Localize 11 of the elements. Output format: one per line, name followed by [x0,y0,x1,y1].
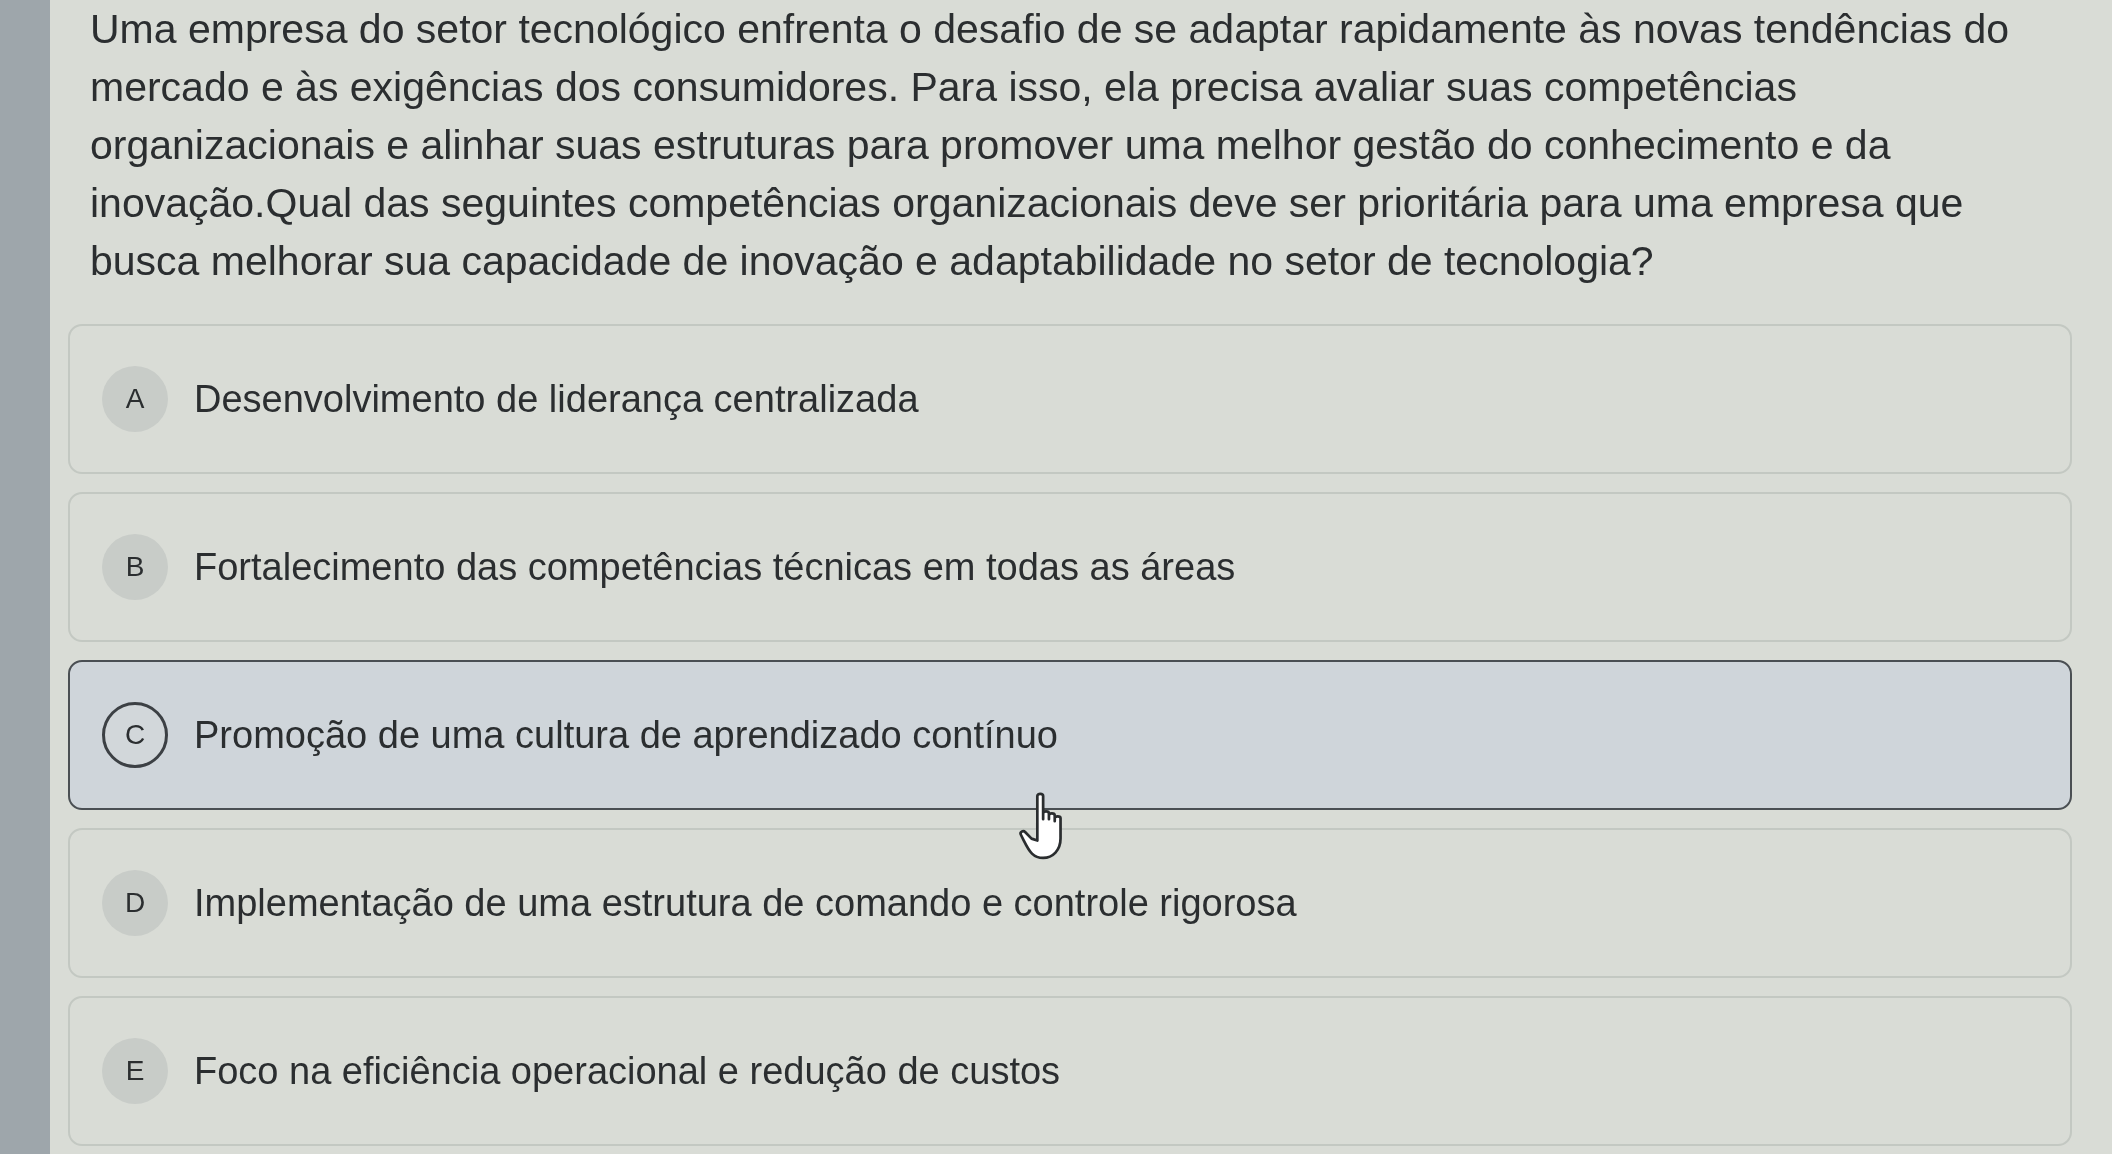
answer-option[interactable]: A Desenvolvimento de liderança centralizada [68,324,2072,474]
option-letter: D [102,870,168,936]
answer-option[interactable]: D Implementação de uma estrutura de comando e controle rigorosa [68,828,2072,978]
answer-option[interactable]: E Foco na eficiência operacional e redução de custos [68,996,2072,1146]
question-text: Uma empresa do setor tecnológico enfrenta o desafio de se adaptar rapidamente às novas tendências do mercado e às exigências dos consumidores. Para isso, ela precisa avaliar suas competências organizacionais e alinhar suas estruturas para promover uma melhor gestão do conhecimento e da inovação.Qual das seguintes competências organizacionais deve ser prioritária para uma empresa que busca melhorar sua capacidade de inovação e adaptabilidade no setor de tecnologia? [90,5,2011,286]
answer-option[interactable]: B Fortalecimento das competências técnicas em todas as áreas [68,492,2072,642]
option-letter: B [102,534,168,600]
option-letter: A [102,366,168,432]
option-letter: C [102,702,168,768]
option-letter: E [102,1038,168,1104]
answer-option[interactable]: C Promoção de uma cultura de aprendizado contínuo [68,660,2072,810]
